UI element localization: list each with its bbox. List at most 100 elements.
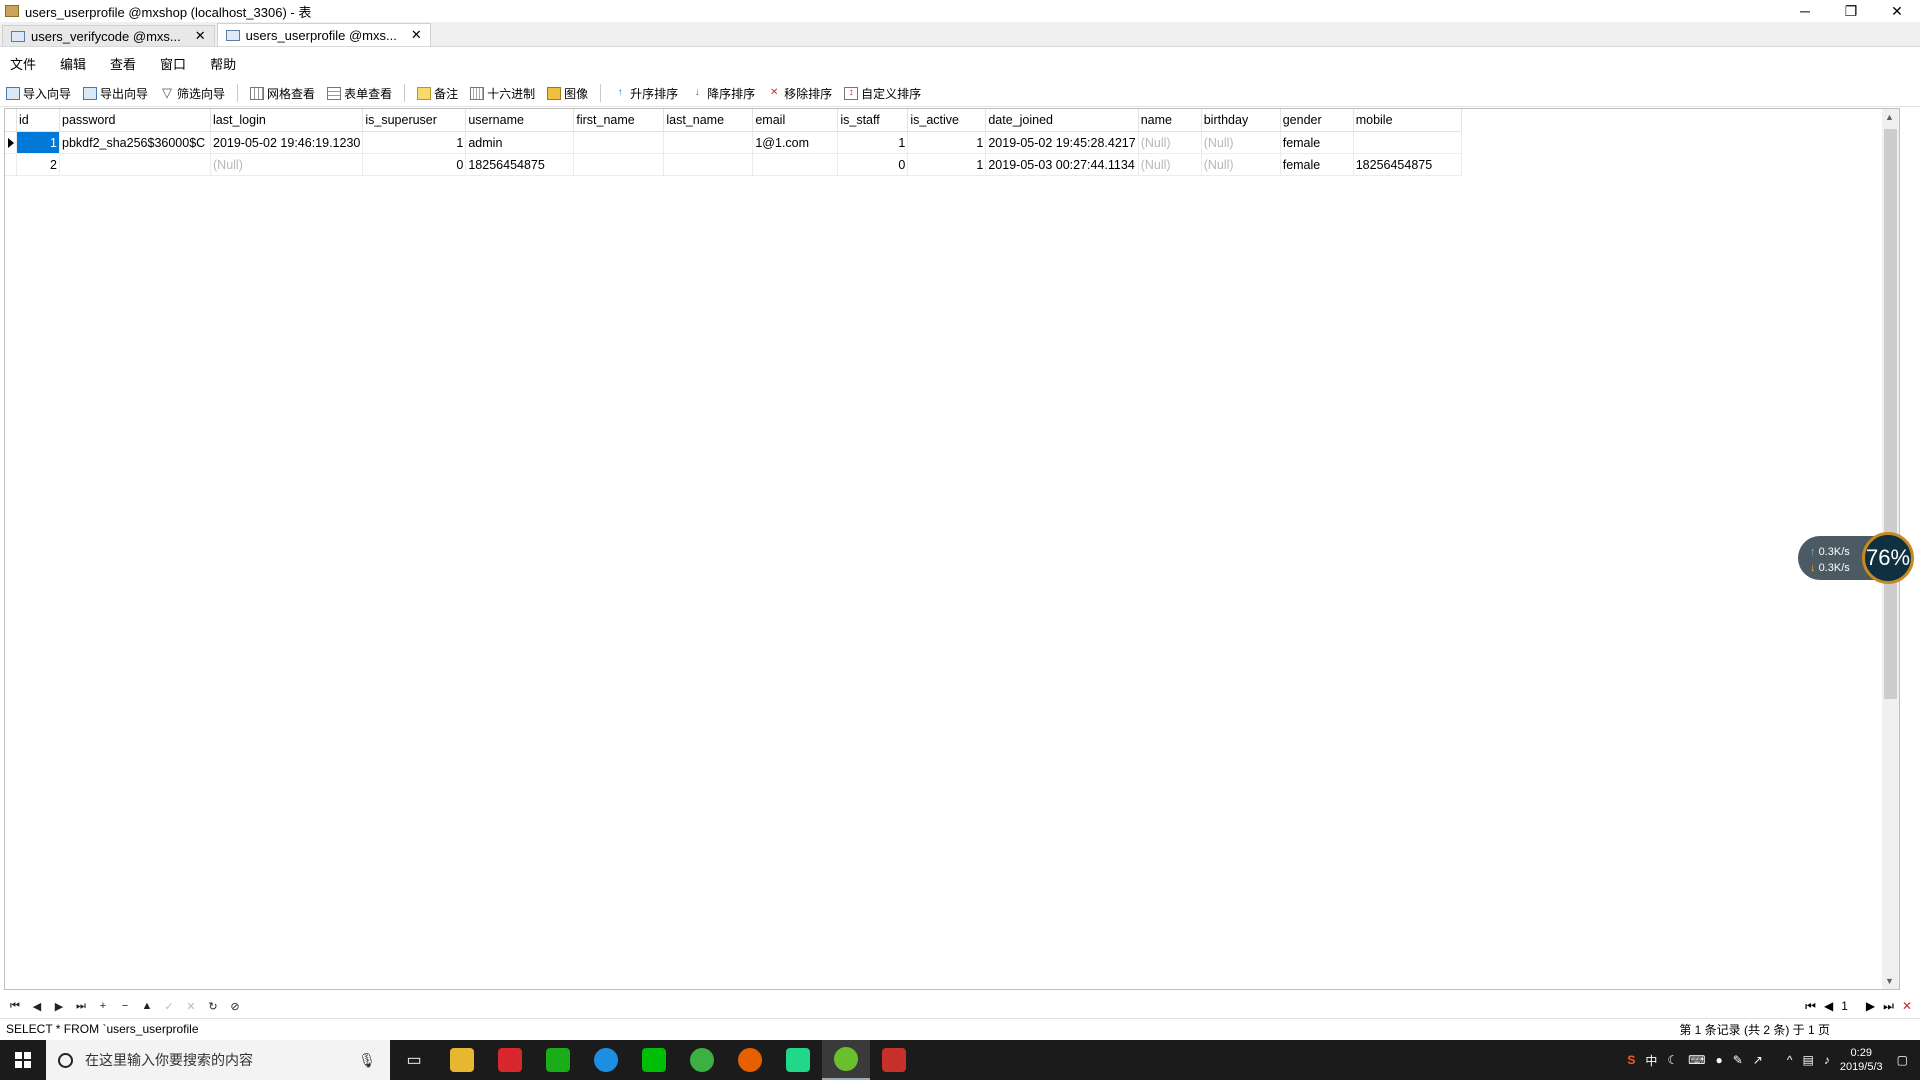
tab-users-verifycode[interactable]: users_verifycode @mxs... ✕ (2, 25, 215, 46)
column-header-is-staff[interactable]: is_staff (837, 109, 909, 132)
taskbar-360-browser[interactable] (678, 1040, 726, 1080)
taskbar-ie-browser[interactable] (582, 1040, 630, 1080)
taskbar-app[interactable] (870, 1040, 918, 1080)
grid-view-button[interactable]: 网格查看 (244, 82, 319, 104)
cell-is-superuser[interactable]: 1 (362, 131, 467, 154)
cell-email[interactable] (752, 153, 839, 176)
column-header-id[interactable]: id (16, 109, 60, 132)
cell-date-joined[interactable]: 2019-05-03 00:27:44.1134 (985, 153, 1139, 176)
sogou-input-icon[interactable]: S (1627, 1053, 1635, 1067)
taskbar-file-explorer[interactable] (438, 1040, 486, 1080)
tab-users-userprofile[interactable]: users_userprofile @mxs... ✕ (216, 23, 431, 46)
cell-birthday[interactable]: (Null) (1201, 131, 1281, 154)
minimize-button[interactable]: ─ (1782, 0, 1828, 22)
start-button[interactable] (0, 1040, 46, 1080)
table-row[interactable]: 1 pbkdf2_sha256$36000$C 2019-05-02 19:46… (5, 131, 1462, 154)
taskbar-search[interactable]: 在这里输入你要搜索的内容 🎙 (46, 1040, 390, 1080)
cell-mobile[interactable] (1353, 131, 1462, 154)
scrollbar-thumb[interactable] (1884, 129, 1897, 699)
menu-view[interactable]: 查看 (100, 54, 150, 73)
column-header-last-name[interactable]: last_name (663, 109, 754, 132)
stop-icon[interactable]: ⊘ (224, 1000, 246, 1013)
next-record-icon[interactable]: ▶ (48, 1000, 70, 1013)
column-header-gender[interactable]: gender (1280, 109, 1354, 132)
first-page-icon[interactable]: ⏮ (1805, 999, 1816, 1014)
cell-is-staff[interactable]: 1 (837, 131, 909, 154)
row-indicator[interactable] (5, 153, 17, 176)
column-header-email[interactable]: email (752, 109, 839, 132)
menu-help[interactable]: 帮助 (200, 54, 250, 73)
cell-first-name[interactable] (573, 131, 665, 154)
column-header-is-superuser[interactable]: is_superuser (362, 109, 467, 132)
moon-icon[interactable]: ☾ (1667, 1053, 1678, 1067)
taskbar-pycharm[interactable] (774, 1040, 822, 1080)
cell-email[interactable]: 1@1.com (752, 131, 839, 154)
column-header-name[interactable]: name (1138, 109, 1202, 132)
sort-asc-button[interactable]: ↑ 升序排序 (607, 82, 682, 104)
cell-date-joined[interactable]: 2019-05-02 19:45:28.4217 (985, 131, 1139, 154)
cell-id[interactable]: 2 (16, 153, 60, 176)
taskbar-youdao[interactable] (486, 1040, 534, 1080)
discard-icon[interactable]: ✕ (180, 1000, 202, 1013)
scroll-down-icon[interactable]: ▼ (1885, 976, 1894, 986)
user-icon[interactable]: ● (1715, 1053, 1722, 1067)
image-button[interactable]: 图像 (541, 82, 592, 104)
cell-birthday[interactable]: (Null) (1201, 153, 1281, 176)
column-header-birthday[interactable]: birthday (1201, 109, 1281, 132)
filter-wizard-button[interactable]: ▽ 筛选向导 (154, 82, 229, 104)
remove-sort-button[interactable]: ✕ 移除排序 (761, 82, 836, 104)
column-header-last-login[interactable]: last_login (210, 109, 364, 132)
column-header-password[interactable]: password (59, 109, 211, 132)
taskbar-iqiyi[interactable] (630, 1040, 678, 1080)
delete-record-icon[interactable]: − (114, 1000, 136, 1012)
column-header-username[interactable]: username (465, 109, 575, 132)
refresh-icon[interactable]: ↻ (202, 1000, 224, 1013)
cell-username[interactable]: admin (465, 131, 575, 154)
task-view-button[interactable]: ▭ (390, 1040, 438, 1080)
cell-is-active[interactable]: 1 (907, 153, 987, 176)
microphone-icon[interactable]: 🎙 (358, 1052, 376, 1069)
previous-page-icon[interactable]: ◀ (1824, 999, 1833, 1013)
column-header-first-name[interactable]: first_name (573, 109, 665, 132)
cell-id[interactable]: 1 (16, 131, 60, 154)
menu-window[interactable]: 窗口 (150, 54, 200, 73)
cell-last-login[interactable]: (Null) (210, 153, 364, 176)
cell-last-name[interactable] (663, 153, 754, 176)
network-icon[interactable]: ▤ (1802, 1053, 1813, 1067)
add-record-icon[interactable]: + (92, 1000, 114, 1012)
cell-last-name[interactable] (663, 131, 754, 154)
cell-password[interactable] (59, 153, 211, 176)
close-icon[interactable]: ✕ (411, 27, 422, 43)
scroll-up-icon[interactable]: ▲ (1885, 112, 1894, 122)
hex-button[interactable]: 十六进制 (464, 82, 539, 104)
column-header-date-joined[interactable]: date_joined (985, 109, 1139, 132)
cell-gender[interactable]: female (1280, 131, 1354, 154)
last-record-icon[interactable]: ⏭ (70, 1000, 92, 1013)
memo-button[interactable]: 备注 (411, 82, 462, 104)
input-language[interactable]: 中 (1645, 1052, 1657, 1069)
page-number[interactable]: 1 (1841, 999, 1848, 1013)
cell-is-superuser[interactable]: 0 (362, 153, 467, 176)
menu-edit[interactable]: 编辑 (50, 54, 100, 73)
column-header-mobile[interactable]: mobile (1353, 109, 1462, 132)
sort-desc-button[interactable]: ↓ 降序排序 (684, 82, 759, 104)
last-page-icon[interactable]: ⏭ (1883, 999, 1894, 1014)
chevron-up-icon[interactable]: ^ (1787, 1053, 1793, 1067)
close-button[interactable]: ✕ (1874, 0, 1920, 22)
clock[interactable]: 0:29 2019/5/3 (1840, 1046, 1883, 1074)
memory-usage-badge[interactable]: 76% (1862, 532, 1914, 584)
cell-password[interactable]: pbkdf2_sha256$36000$C (59, 131, 211, 154)
taskbar-firefox[interactable] (726, 1040, 774, 1080)
taskbar-wechat-work[interactable] (534, 1040, 582, 1080)
cell-is-staff[interactable]: 0 (837, 153, 909, 176)
apply-changes-icon[interactable]: ▲ (136, 1000, 158, 1012)
tools-icon[interactable]: ✎ (1733, 1053, 1743, 1067)
cell-gender[interactable]: female (1280, 153, 1354, 176)
share-icon[interactable]: ↗ (1753, 1053, 1763, 1067)
volume-icon[interactable]: ♪ (1824, 1053, 1830, 1067)
form-view-button[interactable]: 表单查看 (321, 82, 396, 104)
cell-last-login[interactable]: 2019-05-02 19:46:19.1230 (210, 131, 364, 154)
first-record-icon[interactable]: ⏮ (4, 1000, 26, 1013)
import-wizard-button[interactable]: 导入向导 (0, 82, 75, 104)
menu-file[interactable]: 文件 (0, 54, 50, 73)
